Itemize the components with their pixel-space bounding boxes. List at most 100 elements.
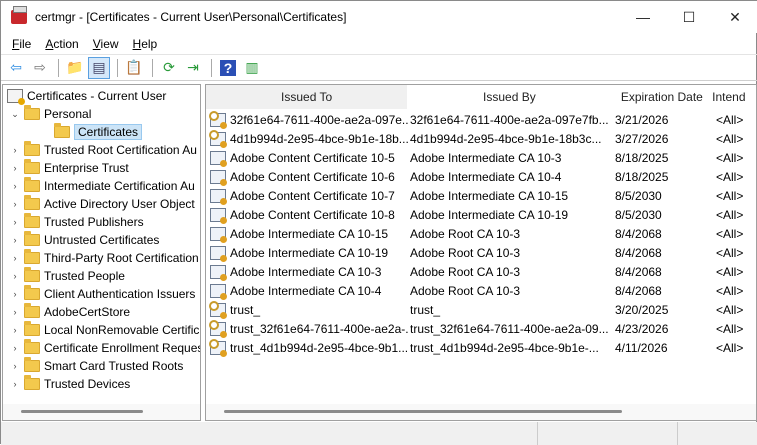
chevron-right-icon[interactable]: › [9,253,21,263]
certificate-row[interactable]: Adobe Intermediate CA 10-3 Adobe Root CA … [206,262,756,281]
tree-item[interactable]: › Smart Card Trusted Roots [9,357,183,375]
certificate-row[interactable]: Adobe Intermediate CA 10-4 Adobe Root CA … [206,281,756,300]
certificate-row[interactable]: 32f61e64-7611-400e-ae2a-097e... 32f61e64-… [206,110,756,129]
certificate-row[interactable]: Adobe Content Certificate 10-7 Adobe Inte… [206,186,756,205]
chevron-right-icon[interactable]: › [9,199,21,209]
chevron-right-icon[interactable]: › [9,379,21,389]
tree-item[interactable]: › Active Directory User Object [9,195,195,213]
cell-expires: 4/23/2026 [615,321,669,336]
folder-icon [24,375,40,390]
cell-expires: 8/4/2068 [615,283,662,298]
cell-issued-to: trust_32f61e64-7611-400e-ae2a-... [230,321,408,336]
tree-item[interactable]: ⌄ Personal [9,105,91,123]
list-horizontal-scrollbar[interactable] [206,404,756,420]
folder-icon [24,303,40,318]
up-folder-icon: 📁 [66,59,84,75]
column-header[interactable]: Expiration Date [612,85,713,109]
tree-item[interactable]: › AdobeCertStore [9,303,130,321]
refresh-button[interactable]: ⟳ [158,57,180,79]
maximize-button[interactable]: ☐ [666,1,712,33]
chevron-right-icon[interactable]: › [9,343,21,353]
folder-icon [54,123,70,138]
chevron-down-icon[interactable]: ⌄ [9,109,21,120]
cell-issued-to: Adobe Content Certificate 10-5 [230,150,395,165]
tree-item[interactable]: › Certificate Enrollment Reques [9,339,200,357]
chevron-right-icon[interactable]: › [9,163,21,173]
certificate-with-key-icon [209,129,227,148]
cell-expires: 8/4/2068 [615,264,662,279]
folder-icon [24,357,40,372]
folder-icon [24,231,40,246]
cell-expires: 3/27/2026 [615,131,669,146]
certificate-row[interactable]: 4d1b994d-2e95-4bce-9b1e-18b... 4d1b994d-2… [206,129,756,148]
close-button[interactable]: ✕ [712,1,757,33]
scrollbar-thumb[interactable] [21,410,143,413]
folder-icon [24,321,40,336]
certificate-row[interactable]: trust_ trust_ 3/20/2025 <All> [206,300,756,319]
tree-horizontal-scrollbar[interactable] [3,404,200,420]
tree-item[interactable]: › Trusted Publishers [9,213,144,231]
chevron-right-icon[interactable]: › [9,307,21,317]
chevron-right-icon[interactable]: › [9,289,21,299]
tree-item-label: Certificates [74,124,143,140]
status-bar [1,422,757,445]
certificate-row[interactable]: Adobe Content Certificate 10-8 Adobe Inte… [206,205,756,224]
tree-item[interactable]: › Trusted Root Certification Au [9,141,197,159]
tree-item[interactable]: › Enterprise Trust [9,159,129,177]
chevron-right-icon[interactable]: › [9,361,21,371]
tree-item-label: Intermediate Certification Au [44,179,195,193]
cell-expires: 8/5/2030 [615,188,662,203]
scrollbar-thumb[interactable] [224,410,622,413]
tree-item[interactable]: › Intermediate Certification Au [9,177,195,195]
menu-file[interactable]: File [5,37,38,51]
menu-action[interactable]: Action [38,37,85,51]
cell-issued-by: trust_ [410,302,441,317]
chevron-right-icon[interactable]: › [9,235,21,245]
certificate-row[interactable]: Adobe Intermediate CA 10-19 Adobe Root CA… [206,243,756,262]
tree-item[interactable]: › Trusted Devices [9,375,130,393]
help-button[interactable]: ? [217,57,239,79]
tree-item[interactable]: › Trusted People [9,267,125,285]
certificate-row[interactable]: Adobe Content Certificate 10-5 Adobe Inte… [206,148,756,167]
up-folder-button[interactable]: 📁 [64,57,86,79]
minimize-button[interactable]: — [620,1,666,33]
tree-item[interactable]: › Untrusted Certificates [9,231,159,249]
tree-item[interactable]: › Client Authentication Issuers [9,285,195,303]
certificate-row[interactable]: trust_32f61e64-7611-400e-ae2a-... trust_3… [206,319,756,338]
cell-purposes: <All> [716,112,744,127]
tree-item[interactable]: › Third-Party Root Certification [9,249,199,267]
chevron-right-icon[interactable]: › [9,181,21,191]
menu-view[interactable]: View [86,37,126,51]
tree-root-label: Certificates - Current User [27,89,167,103]
cell-purposes: <All> [716,302,744,317]
action-pane-button[interactable]: ▥ [241,57,263,79]
chevron-right-icon[interactable]: › [9,145,21,155]
column-header[interactable]: Issued To [206,85,408,109]
show-hide-tree-button[interactable]: ▤ [88,56,110,79]
tree-item[interactable]: Certificates [39,123,143,141]
tree-item[interactable]: › Local NonRemovable Certific [9,321,199,339]
cell-issued-to: Adobe Intermediate CA 10-4 [230,283,382,298]
chevron-right-icon[interactable]: › [9,325,21,335]
back-button[interactable]: ⇦ [5,57,27,79]
menu-help[interactable]: Help [126,37,165,51]
column-header[interactable]: Intend [712,85,756,109]
cell-purposes: <All> [716,226,744,241]
cell-issued-to: Adobe Content Certificate 10-7 [230,188,395,203]
certificate-row[interactable]: trust_4d1b994d-2e95-4bce-9b1... trust_4d1… [206,338,756,357]
forward-button[interactable]: ⇨ [29,57,51,79]
certificate-row[interactable]: Adobe Content Certificate 10-6 Adobe Inte… [206,167,756,186]
tree-item-label: Personal [44,107,92,121]
export-list-button[interactable]: ⇥ [182,57,204,79]
chevron-right-icon[interactable]: › [9,217,21,227]
chevron-right-icon[interactable]: › [9,271,21,281]
properties-button[interactable]: 📋 [123,57,145,79]
folder-icon [24,195,40,210]
cell-issued-to: Adobe Content Certificate 10-6 [230,169,395,184]
tree-root[interactable]: Certificates - Current User [3,87,166,105]
certificate-row[interactable]: Adobe Intermediate CA 10-15 Adobe Root CA… [206,224,756,243]
column-header[interactable]: Issued By [407,85,611,109]
cell-expires: 8/4/2068 [615,226,662,241]
certificate-with-key-icon [209,338,227,357]
cell-expires: 3/20/2025 [615,302,669,317]
